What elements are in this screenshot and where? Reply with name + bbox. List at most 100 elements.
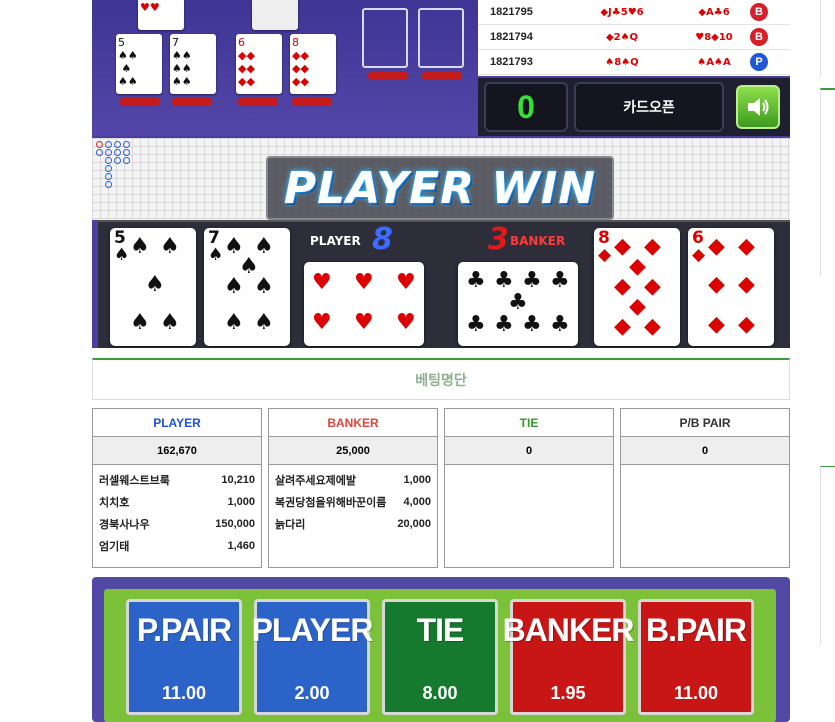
result-banner-text: PLAYER WIN: [283, 162, 597, 214]
side-panel-edge: [820, 0, 835, 78]
bet-column-pbpair: P/B PAIR 0: [620, 408, 790, 568]
bead-marker: [114, 157, 121, 164]
banker-hand: ♥8◆10: [695, 31, 733, 43]
player-hand: ◆J♣5♥6: [600, 6, 644, 18]
bet-column-player: PLAYER 162,670 러셀웨스트브룩 10,210 치치호 1,000 경북사나우 1…: [92, 408, 262, 568]
banker-hand: ◆A♣6: [698, 6, 730, 18]
banker-card-1: 6 ◆◆ ◆◆ ◆◆: [236, 34, 282, 94]
player-reveal-card-2: 7 ♠ ♠ ♠ ♠ ♠ ♠ ♠ ♠: [204, 228, 290, 346]
result-banner: PLAYER WIN: [266, 156, 614, 220]
card-reveal-area: 5 ♠ ♠ ♠ ♠ ♠ ♠ 7 ♠ ♠ ♠ ♠ ♠ ♠ ♠ ♠ PLAYER 8 ♥ ♥ ♥ ♥ ♥…: [98, 220, 790, 348]
bet-entry: 경북사나우 150,000: [99, 513, 255, 535]
column-total: 0: [621, 437, 789, 465]
history-row: 1821794 ◆2♠Q ♥8◆10 B: [478, 25, 790, 50]
player-reveal-card-3: ♥ ♥ ♥ ♥ ♥ ♥: [304, 262, 424, 346]
bettor-name: 치치호: [99, 497, 130, 509]
deck-card: [252, 0, 298, 30]
bet-entry: 늙다리 20,000: [275, 513, 431, 535]
bettor-name: 살려주세요제에발: [275, 475, 356, 487]
bet-entry: 엄기태 1,460: [99, 535, 255, 557]
bet-button-tie[interactable]: TIE 8.00: [382, 599, 498, 715]
column-header: P/B PAIR: [621, 409, 789, 437]
column-total: 25,000: [269, 437, 437, 465]
bet-entry: 러셀웨스트브룩 10,210: [99, 469, 255, 491]
speaker-icon: [748, 98, 769, 116]
bead-marker: [105, 157, 112, 164]
bead-marker: [105, 149, 112, 156]
result-badge: B: [750, 3, 768, 21]
card-base: [292, 98, 332, 106]
result-badge: B: [750, 28, 768, 46]
round-history: 1821795 ◆J♣5♥6 ◆A♣6 B 1821794 ◆2♠Q ♥8◆10 B 18217…: [478, 0, 790, 76]
bet-button-label: PLAYER: [251, 612, 374, 648]
bead-marker: [123, 149, 130, 156]
bet-button-ppair[interactable]: P.PAIR 11.00: [126, 599, 242, 715]
player-label: PLAYER: [310, 234, 361, 248]
bet-amount: 150,000: [215, 518, 255, 530]
bet-entry: 치치호 1,000: [99, 491, 255, 513]
bet-column-banker: BANKER 25,000 살려주세요제에발 1,000 복권당첨을위해바꾼이름 4,00…: [268, 408, 438, 568]
bet-odds: 8.00: [422, 683, 458, 703]
bet-amount: 1,460: [227, 540, 255, 552]
bet-amount: 20,000: [397, 518, 431, 530]
card-open-button[interactable]: 카드오픈: [574, 82, 724, 132]
bet-entry: 복권당첨을위해바꾼이름 4,000: [275, 491, 431, 513]
bead-marker: [105, 165, 112, 172]
bettor-name: 엄기태: [99, 541, 130, 553]
bet-button-label: B.PAIR: [645, 612, 747, 648]
history-row: 1821795 ◆J♣5♥6 ◆A♣6 B: [478, 0, 790, 25]
card-base: [368, 72, 408, 80]
player-hand: ♠8♠Q: [605, 56, 639, 68]
game-stage: 5♠♠ ♠♠♠ 7♠♠♠♠♠♠ 6◆◆◆◆◆◆ 8◆◆◆◆◆◆ ♥♥♥♥ 182…: [92, 0, 790, 348]
banker-label: BANKER: [510, 234, 566, 248]
column-header: TIE: [445, 409, 613, 437]
sound-toggle-button[interactable]: [736, 85, 780, 129]
game-controls: 0 카드오픈: [478, 78, 790, 136]
bet-button-label: P.PAIR: [136, 612, 232, 648]
player-score: 8: [372, 222, 393, 257]
player-hand: ◆2♠Q: [605, 31, 639, 43]
column-total: 162,670: [93, 437, 261, 465]
bet-button-bpair[interactable]: B.PAIR 11.00: [638, 599, 754, 715]
bet-list-title: 베팅명단: [92, 358, 790, 400]
bead-marker: [123, 157, 130, 164]
card-base: [422, 72, 462, 80]
table-felt: 5♠♠ ♠♠♠ 7♠♠♠♠♠♠ 6◆◆◆◆◆◆ 8◆◆◆◆◆◆ ♥♥♥♥: [92, 0, 478, 136]
side-panel-edge: [820, 466, 835, 646]
bet-amount: 1,000: [403, 474, 431, 486]
side-panel-edge: [820, 88, 835, 276]
player-card-3: ♥♥♥♥: [138, 0, 184, 30]
bet-amount: 10,210: [221, 474, 255, 486]
round-id: 1821794: [490, 31, 533, 43]
bead-marker: [105, 181, 112, 188]
result-badge: P: [750, 53, 768, 71]
bead-marker: [114, 149, 121, 156]
round-id: 1821795: [490, 6, 533, 18]
bet-odds: 2.00: [294, 683, 330, 703]
card-base: [120, 98, 160, 106]
bet-amount: 4,000: [403, 496, 431, 508]
player-reveal-card-1: 5 ♠ ♠ ♠ ♠ ♠ ♠: [110, 228, 196, 346]
bet-odds: 1.95: [550, 683, 586, 703]
banker-reveal-card-3: ♣ ♣ ♣ ♣ ♣ ♣ ♣ ♣ ♣: [458, 262, 578, 346]
bet-button-banker[interactable]: BANKER 1.95: [503, 599, 634, 715]
card-base: [172, 98, 212, 106]
bet-panel: P.PAIR 11.00 PLAYER 2.00 TIE 8.00 BANKER 1.95 B.…: [92, 577, 790, 722]
bet-column-tie: TIE 0: [444, 408, 614, 568]
history-row: 1821793 ♠8♠Q ♠A♠A P: [478, 50, 790, 75]
bet-amount: 1,000: [227, 496, 255, 508]
column-total: 0: [445, 437, 613, 465]
banker-card-2: 8 ◆◆ ◆◆ ◆◆: [290, 34, 336, 94]
empty-slot-1: [362, 8, 408, 68]
bettor-name: 경북사나우: [99, 519, 150, 531]
bead-marker: [114, 141, 121, 148]
bet-button-player[interactable]: PLAYER 2.00: [251, 599, 374, 715]
round-id: 1821793: [490, 56, 533, 68]
bead-marker: [105, 173, 112, 180]
bet-odds: 11.00: [673, 683, 719, 703]
banker-score: 3: [488, 222, 509, 257]
player-card-2: 7 ♠♠ ♠♠ ♠♠: [170, 34, 216, 94]
card-base: [238, 98, 278, 106]
bettor-name: 복권당첨을위해바꾼이름: [275, 497, 387, 509]
empty-slot-2: [418, 8, 464, 68]
